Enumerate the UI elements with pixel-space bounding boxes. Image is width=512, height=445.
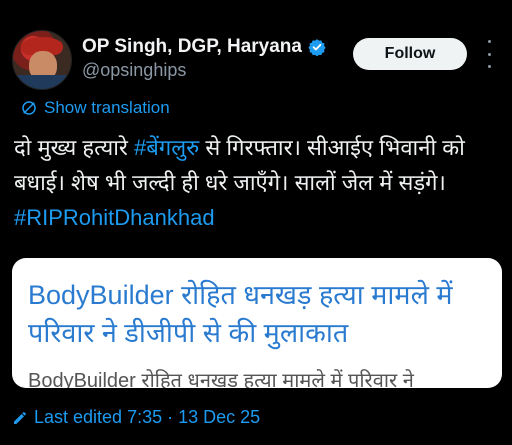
follow-button[interactable]: Follow	[353, 38, 467, 70]
tweet: OP Singh, DGP, Haryana @opsinghips Follo…	[0, 0, 512, 445]
more-dot	[487, 40, 491, 43]
last-edited-label: Last edited 7:35 · 13 Dec 25	[34, 407, 261, 427]
more-dot	[487, 52, 491, 56]
show-translation-label: Show translation	[44, 98, 170, 117]
author-handle[interactable]: @opsinghips	[82, 60, 186, 81]
hashtag-link[interactable]: #RIPRohitDhankhad	[14, 205, 215, 230]
show-translation-link[interactable]: Show translation	[20, 98, 170, 118]
globe-icon	[22, 101, 36, 115]
avatar-shirt	[13, 75, 71, 89]
pencil-icon	[14, 411, 26, 424]
last-edited[interactable]: Last edited 7:35 · 13 Dec 25	[12, 407, 260, 428]
card-title: BodyBuilder रोहित धनखड़ हत्या मामले में …	[28, 280, 453, 348]
more-dot	[487, 65, 491, 68]
verified-badge-icon	[308, 39, 326, 56]
card-subtitle: BodyBuilder रोहित धनखड़ हत्या मामले में …	[28, 370, 414, 388]
link-card[interactable]: BodyBuilder रोहित धनखड़ हत्या मामले में …	[12, 258, 502, 388]
tweet-text-part: दो मुख्य हत्यारे	[14, 135, 135, 160]
hashtag-link[interactable]: #बेंगलुरु	[134, 135, 199, 160]
avatar[interactable]	[12, 30, 72, 90]
author-name-row: OP Singh, DGP, Haryana	[82, 36, 326, 58]
more-icon[interactable]	[484, 40, 494, 68]
tweet-text: दो मुख्य हत्यारे #बेंगलुरु से गिरफ्तार। …	[14, 130, 502, 235]
display-name[interactable]: OP Singh, DGP, Haryana	[82, 36, 302, 58]
